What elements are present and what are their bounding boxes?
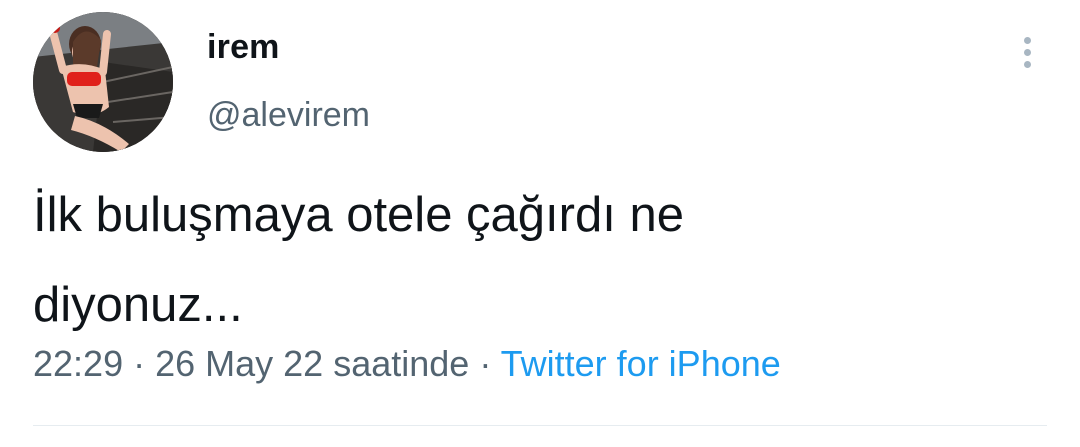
more-vertical-icon-dot-3 (1023, 60, 1031, 68)
profile-photo-image (33, 12, 173, 152)
avatar[interactable] (33, 12, 173, 152)
meta-separator: · (469, 343, 501, 384)
divider (33, 425, 1047, 426)
tweet-metadata: 22:29 · 26 May 22 saatinde · Twitter for… (33, 343, 781, 385)
user-handle[interactable]: @alevirem (207, 96, 370, 135)
tweet-card: irem @alevirem İlk buluşmaya otele çağır… (0, 0, 1080, 447)
tweet-date[interactable]: 26 May 22 saatinde (155, 343, 469, 384)
more-vertical-icon (1023, 36, 1031, 44)
tweet-time[interactable]: 22:29 (33, 343, 123, 384)
tweet-text: İlk buluşmaya otele çağırdı ne diyonuz..… (33, 188, 684, 332)
more-options-button[interactable] (1012, 30, 1042, 74)
more-vertical-icon-dot-2 (1023, 48, 1031, 56)
tweet-source-link[interactable]: Twitter for iPhone (501, 343, 781, 384)
display-name[interactable]: irem (207, 28, 280, 67)
meta-separator: · (123, 343, 156, 384)
